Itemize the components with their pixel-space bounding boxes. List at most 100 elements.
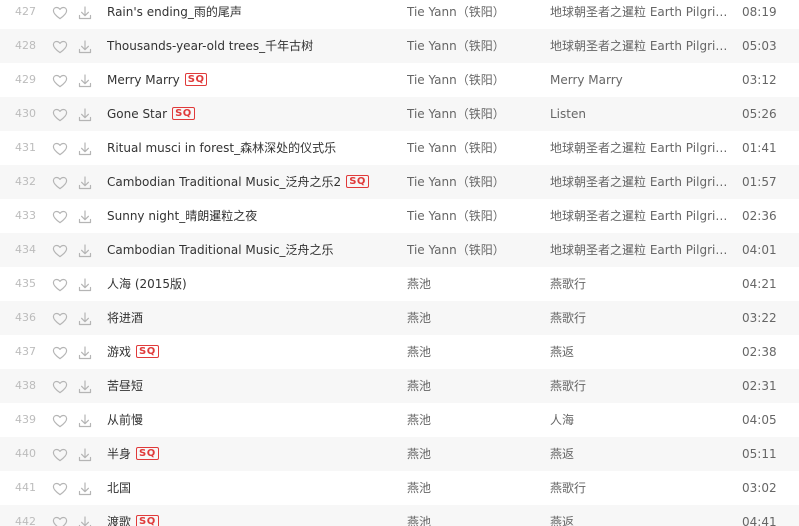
track-artist[interactable]: Tie Yann（铁阳） bbox=[407, 165, 537, 199]
heart-icon[interactable] bbox=[52, 243, 68, 259]
download-icon[interactable] bbox=[77, 73, 93, 89]
track-title[interactable]: Thousands-year-old trees_千年古树 bbox=[107, 29, 397, 63]
download-icon[interactable] bbox=[77, 379, 93, 395]
track-title-text: 人海 (2015版) bbox=[107, 277, 187, 291]
track-artist[interactable]: Tie Yann（铁阳） bbox=[407, 199, 537, 233]
track-title[interactable]: Cambodian Traditional Music_泛舟之乐2 SQ bbox=[107, 165, 397, 199]
track-row[interactable]: 429 Merry Marry SQ Tie Yann（铁阳） Merry Mar… bbox=[0, 63, 799, 97]
heart-icon[interactable] bbox=[52, 481, 68, 497]
track-title[interactable]: Cambodian Traditional Music_泛舟之乐 bbox=[107, 233, 397, 267]
sq-badge: SQ bbox=[136, 446, 159, 460]
track-duration: 02:36 bbox=[742, 209, 777, 223]
track-album[interactable]: 燕歌行 bbox=[550, 267, 730, 301]
track-row[interactable]: 434 Cambodian Traditional Music_泛舟之乐 Tie… bbox=[0, 233, 799, 267]
track-title[interactable]: 游戏 SQ bbox=[107, 335, 397, 369]
heart-icon[interactable] bbox=[52, 515, 68, 526]
track-row[interactable]: 439 从前慢 燕池 人海 04:05 bbox=[0, 403, 799, 437]
download-icon[interactable] bbox=[77, 277, 93, 293]
track-album[interactable]: 燕歌行 bbox=[550, 369, 730, 403]
track-artist[interactable]: 燕池 bbox=[407, 505, 537, 526]
track-row[interactable]: 442 渡歌 SQ 燕池 燕返 04:41 bbox=[0, 505, 799, 526]
track-album[interactable]: 地球朝圣者之暹粒 Earth Pilgrim: Siem Reap bbox=[550, 0, 730, 29]
download-icon[interactable] bbox=[77, 5, 93, 21]
track-duration: 04:21 bbox=[742, 277, 777, 291]
track-album[interactable]: 燕返 bbox=[550, 335, 730, 369]
heart-icon[interactable] bbox=[52, 413, 68, 429]
heart-icon[interactable] bbox=[52, 277, 68, 293]
track-artist[interactable]: 燕池 bbox=[407, 437, 537, 471]
track-row[interactable]: 441 北国 燕池 燕歌行 03:02 bbox=[0, 471, 799, 505]
track-album[interactable]: 燕返 bbox=[550, 437, 730, 471]
heart-icon[interactable] bbox=[52, 447, 68, 463]
track-title[interactable]: Rain's ending_雨的尾声 bbox=[107, 0, 397, 29]
track-artist[interactable]: Tie Yann（铁阳） bbox=[407, 97, 537, 131]
heart-icon[interactable] bbox=[52, 311, 68, 327]
track-row[interactable]: 433 Sunny night_晴朗暹粒之夜 Tie Yann（铁阳） 地球朝圣… bbox=[0, 199, 799, 233]
track-title[interactable]: 苦昼短 bbox=[107, 369, 397, 403]
download-icon[interactable] bbox=[77, 39, 93, 55]
track-title[interactable]: Ritual musci in forest_森林深处的仪式乐 bbox=[107, 131, 397, 165]
download-icon[interactable] bbox=[77, 243, 93, 259]
track-album[interactable]: Merry Marry bbox=[550, 63, 730, 97]
heart-icon[interactable] bbox=[52, 73, 68, 89]
heart-icon[interactable] bbox=[52, 379, 68, 395]
download-icon[interactable] bbox=[77, 311, 93, 327]
track-row[interactable]: 431 Ritual musci in forest_森林深处的仪式乐 Tie … bbox=[0, 131, 799, 165]
heart-icon[interactable] bbox=[52, 175, 68, 191]
track-title[interactable]: 渡歌 SQ bbox=[107, 505, 397, 526]
track-row[interactable]: 438 苦昼短 燕池 燕歌行 02:31 bbox=[0, 369, 799, 403]
track-album[interactable]: 地球朝圣者之暹粒 Earth Pilgrim: Siem Reap bbox=[550, 165, 730, 199]
track-title[interactable]: 半身 SQ bbox=[107, 437, 397, 471]
download-icon[interactable] bbox=[77, 141, 93, 157]
track-album[interactable]: Listen bbox=[550, 97, 730, 131]
track-artist[interactable]: 燕池 bbox=[407, 369, 537, 403]
download-icon[interactable] bbox=[77, 515, 93, 526]
track-artist[interactable]: 燕池 bbox=[407, 335, 537, 369]
track-row[interactable]: 430 Gone Star SQ Tie Yann（铁阳） Listen 05:2… bbox=[0, 97, 799, 131]
track-row[interactable]: 436 将进酒 燕池 燕歌行 03:22 bbox=[0, 301, 799, 335]
download-icon[interactable] bbox=[77, 447, 93, 463]
track-album[interactable]: 地球朝圣者之暹粒 Earth Pilgrim: Siem Reap bbox=[550, 29, 730, 63]
track-title[interactable]: Sunny night_晴朗暹粒之夜 bbox=[107, 199, 397, 233]
track-album[interactable]: 人海 bbox=[550, 403, 730, 437]
heart-icon[interactable] bbox=[52, 209, 68, 225]
track-artist[interactable]: 燕池 bbox=[407, 403, 537, 437]
heart-icon[interactable] bbox=[52, 141, 68, 157]
track-title[interactable]: 人海 (2015版) bbox=[107, 267, 397, 301]
download-icon[interactable] bbox=[77, 209, 93, 225]
track-title[interactable]: Merry Marry SQ bbox=[107, 63, 397, 97]
download-icon[interactable] bbox=[77, 107, 93, 123]
track-artist[interactable]: 燕池 bbox=[407, 267, 537, 301]
track-album[interactable]: 燕歌行 bbox=[550, 301, 730, 335]
track-artist[interactable]: 燕池 bbox=[407, 471, 537, 505]
track-title[interactable]: Gone Star SQ bbox=[107, 97, 397, 131]
track-artist[interactable]: Tie Yann（铁阳） bbox=[407, 63, 537, 97]
track-artist[interactable]: 燕池 bbox=[407, 301, 537, 335]
track-artist[interactable]: Tie Yann（铁阳） bbox=[407, 233, 537, 267]
heart-icon[interactable] bbox=[52, 39, 68, 55]
track-row[interactable]: 440 半身 SQ 燕池 燕返 05:11 bbox=[0, 437, 799, 471]
heart-icon[interactable] bbox=[52, 107, 68, 123]
download-icon[interactable] bbox=[77, 345, 93, 361]
track-album[interactable]: 燕歌行 bbox=[550, 471, 730, 505]
track-row[interactable]: 428 Thousands-year-old trees_千年古树 Tie Ya… bbox=[0, 29, 799, 63]
track-row[interactable]: 435 人海 (2015版) 燕池 燕歌行 04:21 bbox=[0, 267, 799, 301]
track-title[interactable]: 将进酒 bbox=[107, 301, 397, 335]
track-title[interactable]: 从前慢 bbox=[107, 403, 397, 437]
download-icon[interactable] bbox=[77, 175, 93, 191]
track-row[interactable]: 432 Cambodian Traditional Music_泛舟之乐2 SQ … bbox=[0, 165, 799, 199]
track-artist[interactable]: Tie Yann（铁阳） bbox=[407, 131, 537, 165]
track-album[interactable]: 燕返 bbox=[550, 505, 730, 526]
track-title[interactable]: 北国 bbox=[107, 471, 397, 505]
track-artist[interactable]: Tie Yann（铁阳） bbox=[407, 0, 537, 29]
heart-icon[interactable] bbox=[52, 5, 68, 21]
track-album[interactable]: 地球朝圣者之暹粒 Earth Pilgrim: Siem Reap bbox=[550, 233, 730, 267]
track-album[interactable]: 地球朝圣者之暹粒 Earth Pilgrim: Siem Reap bbox=[550, 131, 730, 165]
track-album[interactable]: 地球朝圣者之暹粒 Earth Pilgrim: Siem Reap bbox=[550, 199, 730, 233]
download-icon[interactable] bbox=[77, 413, 93, 429]
download-icon[interactable] bbox=[77, 481, 93, 497]
heart-icon[interactable] bbox=[52, 345, 68, 361]
track-artist[interactable]: Tie Yann（铁阳） bbox=[407, 29, 537, 63]
track-row[interactable]: 427 Rain's ending_雨的尾声 Tie Yann（铁阳） 地球朝圣… bbox=[0, 0, 799, 29]
track-row[interactable]: 437 游戏 SQ 燕池 燕返 02:38 bbox=[0, 335, 799, 369]
